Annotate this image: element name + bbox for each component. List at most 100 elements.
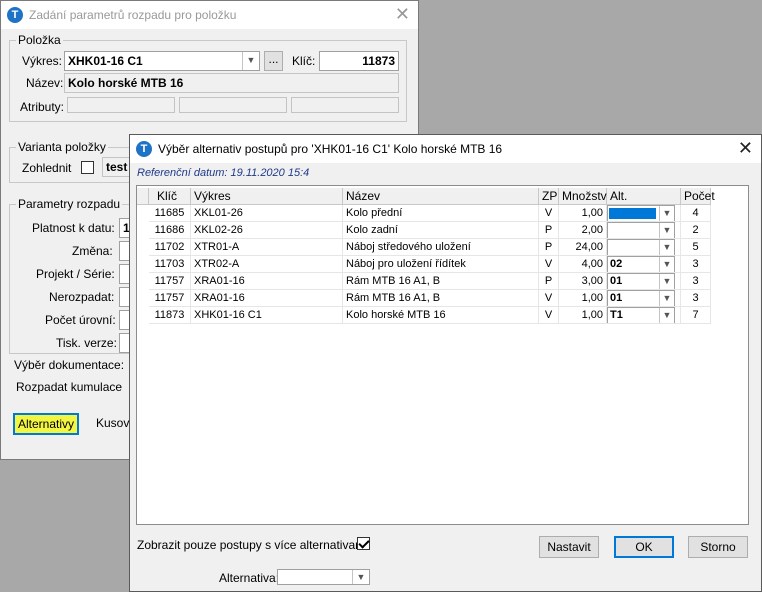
chevron-down-icon[interactable]: ▼: [659, 291, 674, 306]
ok-button[interactable]: OK: [614, 536, 674, 558]
close-icon[interactable]: ✕: [738, 138, 753, 158]
chevron-down-icon[interactable]: ▼: [659, 206, 674, 221]
nastavit-button[interactable]: Nastavit: [539, 536, 599, 558]
chevron-down-icon[interactable]: ▼: [352, 570, 369, 584]
cell-mnozstvi: 3,00: [559, 273, 607, 290]
cell-klic: 11757: [149, 290, 191, 307]
header-indicator: [137, 188, 149, 205]
atribut-field-2: [179, 97, 287, 113]
param-zmena-label: Změna:: [72, 244, 113, 258]
close-icon[interactable]: ✕: [395, 4, 410, 24]
cell-vykres: XKL01-26: [191, 205, 343, 222]
table-row[interactable]: 11757 XRA01-16 Rám MTB 16 A1, B V 1,00 01 ▼ 3: [137, 290, 737, 307]
alt-select[interactable]: 02 ▼: [607, 256, 675, 272]
chevron-down-icon[interactable]: ▼: [659, 308, 674, 323]
alternatives-dialog: T Výběr alternativ postupů pro 'XHK01-16…: [129, 134, 762, 592]
cell-nazev: Kolo horské MTB 16: [343, 307, 539, 324]
dialog-titlebar: T Výběr alternativ postupů pro 'XHK01-16…: [130, 135, 761, 163]
alt-cell: ▼: [607, 222, 681, 239]
cell-klic: 11757: [149, 273, 191, 290]
klic-label: Klíč:: [292, 54, 316, 68]
cell-mnozstvi: 1,00: [559, 290, 607, 307]
cell-pocet: 3: [681, 256, 711, 273]
col-vykres[interactable]: Výkres: [191, 188, 343, 205]
cell-vykres: XTR02-A: [191, 256, 343, 273]
param-pocet-urovni-label: Počet úrovní:: [45, 313, 116, 327]
param-tisk-verze-label: Tisk. verze:: [56, 336, 117, 350]
cell-nazev: Náboj pro uložení řídítek: [343, 256, 539, 273]
chevron-down-icon[interactable]: ▼: [659, 257, 674, 272]
alt-select[interactable]: ▼: [607, 222, 675, 238]
cell-nazev: Kolo zadní: [343, 222, 539, 239]
vyber-dokumentace-label: Výběr dokumentace:: [14, 358, 125, 372]
col-zp[interactable]: ZP: [539, 188, 559, 205]
reference-date: Referenční datum: 19.11.2020 15:4: [137, 167, 310, 179]
cell-mnozstvi: 2,00: [559, 222, 607, 239]
table-row[interactable]: 11873 XHK01-16 C1 Kolo horské MTB 16 V 1,00 T…: [137, 307, 737, 324]
param-projekt-label: Projekt / Série:: [36, 267, 115, 281]
col-alt[interactable]: Alt.: [607, 188, 681, 205]
nazev-label: Název:: [26, 76, 64, 90]
zohlednit-checkbox[interactable]: [81, 161, 94, 174]
table-row[interactable]: 11757 XRA01-16 Rám MTB 16 A1, B P 3,00 01 ▼ 3: [137, 273, 737, 290]
cell-pocet: 5: [681, 239, 711, 256]
cell-pocet: 2: [681, 222, 711, 239]
cell-klic: 11686: [149, 222, 191, 239]
table-row[interactable]: 11686 XKL02-26 Kolo zadní P 2,00 ▼ 2: [137, 222, 737, 239]
table-row[interactable]: 11702 XTR01-A Náboj středového uložení P 24,…: [137, 239, 737, 256]
table-row[interactable]: 11685 XKL01-26 Kolo přední V 1,00 ▼ 4: [137, 205, 737, 222]
alt-cell: ▼: [607, 205, 681, 222]
atribut-field-1: [67, 97, 175, 113]
alt-select[interactable]: T1 ▼: [607, 307, 675, 323]
cell-vykres: XRA01-16: [191, 290, 343, 307]
table-row[interactable]: 11703 XTR02-A Náboj pro uložení řídítek V 4,…: [137, 256, 737, 273]
zohlednit-label: Zohlednit: [22, 161, 72, 175]
col-nazev[interactable]: Název: [343, 188, 539, 205]
alt-select[interactable]: 01 ▼: [607, 290, 675, 306]
show-only-checkbox[interactable]: [357, 537, 370, 550]
chevron-down-icon[interactable]: ▼: [659, 223, 674, 238]
chevron-down-icon[interactable]: ▼: [659, 274, 674, 289]
alternativa-select[interactable]: ▼: [277, 569, 370, 585]
cell-vykres: XRA01-16: [191, 273, 343, 290]
alt-value: 01: [610, 292, 623, 304]
klic-field[interactable]: 11873: [319, 51, 399, 71]
storno-button[interactable]: Storno: [688, 536, 748, 558]
rozpadat-kumulace-label: Rozpadat kumulace: [16, 380, 123, 394]
alt-select[interactable]: ▼: [607, 205, 675, 221]
cell-klic: 11703: [149, 256, 191, 273]
vykres-select[interactable]: XHK01-16 C1 ▼: [64, 51, 260, 71]
cell-vykres: XKL02-26: [191, 222, 343, 239]
atributy-label: Atributy:: [20, 100, 65, 114]
app-logo-icon: T: [7, 7, 23, 23]
cell-klic: 11702: [149, 239, 191, 256]
cell-nazev: Rám MTB 16 A1, B: [343, 290, 539, 307]
col-pocet[interactable]: Počet: [681, 188, 715, 205]
chevron-down-icon[interactable]: ▼: [659, 240, 674, 255]
alt-value: 01: [610, 275, 623, 287]
alternativy-button[interactable]: Alternativy: [13, 413, 79, 435]
alt-cell: 02 ▼: [607, 256, 681, 273]
alt-cell: 01 ▼: [607, 273, 681, 290]
cell-mnozstvi: 1,00: [559, 307, 607, 324]
cell-klic: 11685: [149, 205, 191, 222]
cell-mnozstvi: 1,00: [559, 205, 607, 222]
alt-select[interactable]: 01 ▼: [607, 273, 675, 289]
vykres-label: Výkres:: [22, 54, 63, 68]
browse-button[interactable]: ...: [264, 51, 283, 71]
cell-nazev: Náboj středového uložení: [343, 239, 539, 256]
cell-pocet: 4: [681, 205, 711, 222]
col-klic[interactable]: Klíč: [149, 188, 191, 205]
alt-cell: 01 ▼: [607, 290, 681, 307]
alt-select[interactable]: ▼: [607, 239, 675, 255]
bg-titlebar: T Zadání parametrů rozpadu pro položku ✕: [1, 1, 418, 29]
table-header: Klíč Výkres Název ZP Množstvi Alt. Počet: [137, 188, 737, 205]
cell-zp: P: [539, 273, 559, 290]
cell-mnozstvi: 24,00: [559, 239, 607, 256]
chevron-down-icon[interactable]: ▼: [242, 52, 259, 70]
cell-zp: V: [539, 290, 559, 307]
alternativa-label: Alternativa:: [219, 571, 280, 585]
atribut-field-3: [291, 97, 399, 113]
polozka-group-title: Položka: [16, 33, 63, 47]
col-mnozstvi[interactable]: Množstvi: [559, 188, 609, 205]
